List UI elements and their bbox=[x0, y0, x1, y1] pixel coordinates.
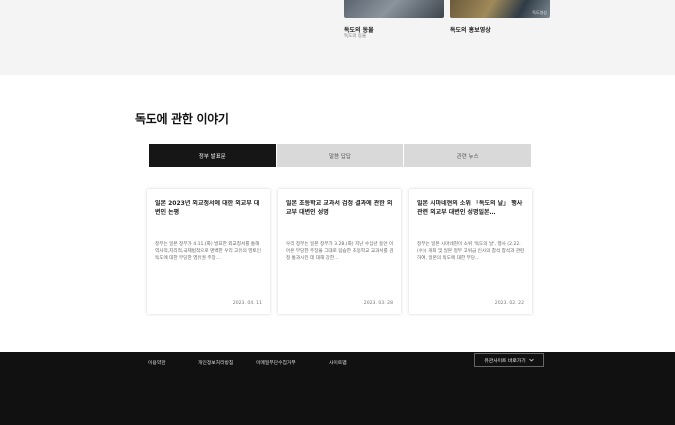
story-card-date: 2023. 04. 11 bbox=[232, 301, 262, 306]
story-tabs: 정부 발표문 말씀 답답 관련 뉴스 bbox=[149, 144, 532, 167]
footer: 이용약관 개인정보처리방침 이메일무단수집거부 사이트맵 유관사이트 바로가기 bbox=[0, 352, 675, 425]
story-card-title: 일본 시마네현의 소위 「독도의 날」 행사 관련 외교부 대변인 성명일본… bbox=[417, 200, 523, 216]
footer-link-email-policy[interactable]: 이메일무단수집거부 bbox=[256, 359, 296, 366]
story-card-title: 일본 2023년 외교청서에 대한 외교부 대변인 논평 bbox=[155, 200, 260, 216]
tab-government-statements[interactable]: 정부 발표문 bbox=[149, 144, 277, 167]
story-card[interactable]: 일본 초등학교 교과서 검정 결과에 관한 외교부 대변인 성명 우리 정부는 … bbox=[278, 189, 401, 314]
section-title: 독도에 관한 이야기 bbox=[135, 112, 229, 126]
media-thumbnail-promo-video[interactable]: 독도영상 bbox=[450, 0, 550, 18]
media-section: 독도영상 독도의 동물 독도의 동물 독도의 홍보영상 bbox=[0, 0, 675, 75]
tab-answers[interactable]: 말씀 답답 bbox=[276, 144, 405, 167]
story-card-body: 정부는 일본 정부가 4.11.(화) 발표한 외교청서를 통해 역사적,지리적… bbox=[155, 242, 261, 261]
media-thumbnail-tag: 독도영상 bbox=[532, 10, 547, 15]
media-subtitle-animals: 독도의 동물 bbox=[344, 34, 367, 39]
story-card[interactable]: 일본 2023년 외교청서에 대한 외교부 대변인 논평 정부는 일본 정부가 … bbox=[147, 189, 270, 314]
story-card-list: 일본 2023년 외교청서에 대한 외교부 대변인 논평 정부는 일본 정부가 … bbox=[147, 189, 534, 314]
family-site-label: 유관사이트 바로가기 bbox=[484, 358, 526, 364]
footer-link-sitemap[interactable]: 사이트맵 bbox=[329, 359, 347, 366]
media-title-promo-video[interactable]: 독도의 홍보영상 bbox=[450, 25, 491, 34]
story-card-body: 정부는 일본 시마네현이 소위 '독도의 날', 행사 (2.22.(수)) 개… bbox=[417, 242, 525, 261]
family-site-select[interactable]: 유관사이트 바로가기 bbox=[474, 353, 544, 367]
media-thumbnail-animals[interactable] bbox=[344, 0, 444, 18]
chevron-down-icon bbox=[528, 358, 534, 362]
story-card[interactable]: 일본 시마네현의 소위 「독도의 날」 행사 관련 외교부 대변인 성명일본… … bbox=[409, 189, 532, 314]
footer-link-privacy[interactable]: 개인정보처리방침 bbox=[198, 359, 233, 366]
footer-link-terms[interactable]: 이용약관 bbox=[148, 359, 166, 366]
story-card-title: 일본 초등학교 교과서 검정 결과에 관한 외교부 대변인 성명 bbox=[286, 200, 393, 216]
story-card-date: 2023. 03. 28 bbox=[363, 301, 393, 306]
story-card-body: 우리 정부는 일본 정부가 3.28.(화) 지난 수십년 동안 이어온 부당한… bbox=[286, 242, 394, 261]
tab-related-news[interactable]: 관련 뉴스 bbox=[404, 144, 532, 167]
story-card-date: 2023. 02. 22 bbox=[494, 301, 524, 306]
